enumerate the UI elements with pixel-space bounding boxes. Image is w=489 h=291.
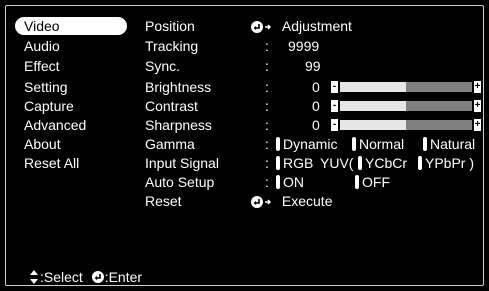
slider-track <box>340 101 472 111</box>
sharpness-colon: : <box>265 117 269 133</box>
gamma-colon: : <box>265 136 269 152</box>
contrast-label: Contrast <box>145 98 198 114</box>
contrast-colon: : <box>265 98 269 114</box>
radio-mark-icon <box>276 156 280 170</box>
auto-setup-option-off[interactable]: OFF <box>355 173 390 191</box>
reset-label: Reset <box>145 193 182 209</box>
brightness-value: 0 <box>312 79 320 95</box>
plus-icon[interactable]: + <box>474 81 481 93</box>
brightness-label: Brightness <box>145 79 212 95</box>
minus-icon[interactable]: - <box>331 100 338 112</box>
input-signal-yuv-label: YUV( <box>320 155 354 171</box>
auto-setup-label: Auto Setup <box>145 174 215 190</box>
input-signal-option-ypbpr[interactable]: YPbPr ) <box>418 154 474 172</box>
position-adjustment-value: Adjustment <box>281 18 352 34</box>
sharpness-label: Sharpness <box>145 117 212 133</box>
plus-icon[interactable]: + <box>474 119 481 131</box>
input-signal-label: Input Signal <box>145 155 219 171</box>
tracking-label: Tracking <box>145 38 199 54</box>
sync-colon: : <box>265 58 269 74</box>
menu-item-setting[interactable]: Setting <box>18 78 128 96</box>
menu-item-effect[interactable]: Effect <box>18 57 128 75</box>
radio-mark-icon <box>355 175 359 189</box>
footer-enter-label: :Enter <box>104 269 143 285</box>
auto-setup-colon: : <box>265 174 269 190</box>
contrast-slider[interactable]: - + <box>331 100 481 112</box>
radio-mark-icon <box>276 137 280 151</box>
reset-execute-label: Execute <box>281 193 333 209</box>
enter-icon <box>91 271 104 283</box>
enter-arrow-icon <box>251 21 272 34</box>
radio-mark-icon <box>352 137 356 151</box>
menu-item-about[interactable]: About <box>18 135 128 153</box>
brightness-slider[interactable]: - + <box>331 81 481 93</box>
radio-mark-icon <box>423 137 427 151</box>
tracking-colon: : <box>265 38 269 54</box>
sync-label: Sync. <box>145 58 181 74</box>
menu-item-advanced[interactable]: Advanced <box>18 116 128 134</box>
menu-item-reset-all[interactable]: Reset All <box>18 154 128 172</box>
minus-icon[interactable]: - <box>331 81 338 93</box>
footer-select-label: :Select <box>40 269 83 285</box>
sharpness-value: 0 <box>312 117 320 133</box>
sharpness-slider[interactable]: - + <box>331 119 481 131</box>
slider-fill <box>340 101 406 111</box>
gamma-label: Gamma <box>145 136 195 152</box>
sync-value[interactable]: 99 <box>305 57 321 75</box>
gamma-option-normal[interactable]: Normal <box>352 135 404 153</box>
minus-icon[interactable]: - <box>331 119 338 131</box>
menu-item-audio[interactable]: Audio <box>18 37 128 55</box>
position-row[interactable]: Adjustment <box>250 17 352 35</box>
tracking-value[interactable]: 9999 <box>288 37 319 55</box>
input-signal-colon: : <box>265 155 269 171</box>
radio-mark-icon <box>358 156 362 170</box>
menu-item-capture[interactable]: Capture <box>18 97 128 115</box>
up-down-arrows-icon <box>30 270 38 284</box>
contrast-value: 0 <box>312 98 320 114</box>
menu-item-video[interactable]: Video <box>15 17 127 35</box>
footer-help: :Select :Enter <box>30 268 142 286</box>
radio-mark-icon <box>418 156 422 170</box>
slider-track <box>340 120 472 130</box>
input-signal-option-ycbcr[interactable]: YCbCr <box>358 154 407 172</box>
brightness-colon: : <box>265 79 269 95</box>
input-signal-option-rgb[interactable]: RGB <box>276 154 313 172</box>
video-settings-menu: Video Audio Effect Setting Capture Advan… <box>0 0 489 291</box>
radio-mark-icon <box>276 175 280 189</box>
slider-fill <box>340 82 406 92</box>
plus-icon[interactable]: + <box>474 100 481 112</box>
slider-fill <box>340 120 406 130</box>
slider-track <box>340 82 472 92</box>
gamma-option-dynamic[interactable]: Dynamic <box>276 135 337 153</box>
reset-execute-button[interactable]: Execute <box>250 192 332 210</box>
position-label: Position <box>145 18 195 34</box>
enter-arrow-icon <box>251 196 272 209</box>
gamma-option-natural[interactable]: Natural <box>423 135 475 153</box>
auto-setup-option-on[interactable]: ON <box>276 173 304 191</box>
